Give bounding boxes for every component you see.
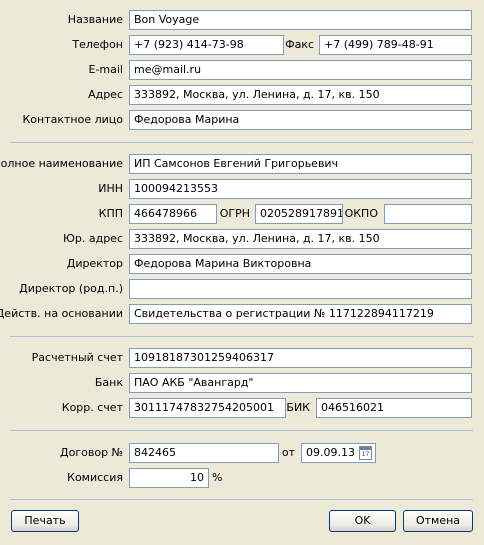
director-genitive-label: Директор (род.п.) <box>19 282 123 295</box>
name-label: Название <box>67 13 123 26</box>
bank-label: Банк <box>94 376 123 389</box>
phone-input[interactable]: +7 (923) 414-73-98 <box>129 35 284 55</box>
separator <box>10 430 473 431</box>
full-name-label: Полное наименование <box>0 157 123 170</box>
kpp-input[interactable]: 466478966 <box>129 204 217 224</box>
print-button[interactable]: Печать <box>11 510 79 532</box>
inn-label: ИНН <box>98 182 123 195</box>
kpp-label: КПП <box>98 207 123 220</box>
director-label: Директор <box>66 257 123 270</box>
inn-input[interactable]: 100094213553 <box>129 179 472 199</box>
basis-input[interactable]: Свидетельства о регистрации № 1171228941… <box>129 304 472 324</box>
commission-label: Комиссия <box>67 471 123 484</box>
commission-input[interactable]: 10 <box>129 468 209 488</box>
contract-number-input[interactable]: 842465 <box>129 443 279 463</box>
ogrn-input[interactable]: 0205289178917 <box>255 204 343 224</box>
email-label: E-mail <box>88 63 124 76</box>
corr-account-label: Корр. счет <box>61 401 123 414</box>
full-name-input[interactable]: ИП Самсонов Евгений Григорьевич <box>129 154 472 174</box>
contact-person-input[interactable]: Федорова Марина <box>129 110 472 130</box>
contract-date-label: от <box>281 446 295 459</box>
contract-number-label: Договор № <box>60 446 123 459</box>
address-input[interactable]: 333892, Москва, ул. Ленина, д. 17, кв. 1… <box>129 85 472 105</box>
bank-input[interactable]: ПАО АКБ "Авангард" <box>129 373 472 393</box>
legal-address-label: Юр. адрес <box>63 232 123 245</box>
account-label: Расчетный счет <box>31 351 123 364</box>
email-input[interactable]: me@mail.ru <box>129 60 472 80</box>
address-label: Адрес <box>88 88 123 101</box>
phone-label: Телефон <box>72 38 123 51</box>
percent-label: % <box>212 471 223 484</box>
director-input[interactable]: Федорова Марина Викторовна <box>129 254 472 274</box>
fax-label: Факс <box>285 38 314 51</box>
calendar-icon[interactable]: 17 <box>359 446 372 460</box>
separator <box>10 499 473 500</box>
separator <box>10 336 473 337</box>
okpo-label: ОКПО <box>344 207 378 220</box>
account-input[interactable]: 10918187301259406317 <box>129 348 472 368</box>
ok-button[interactable]: OK <box>329 510 396 532</box>
okpo-input[interactable] <box>384 204 472 224</box>
cancel-button[interactable]: Отмена <box>403 510 473 532</box>
contact-person-label: Контактное лицо <box>22 113 123 126</box>
fax-input[interactable]: +7 (499) 789-48-91 <box>319 35 472 55</box>
separator <box>10 142 473 143</box>
director-genitive-input[interactable] <box>129 279 472 299</box>
corr-account-input[interactable]: 30111747832754205001 <box>129 398 286 418</box>
basis-label: Действ. на основании <box>0 307 123 320</box>
bik-label: БИК <box>286 401 310 414</box>
name-input[interactable]: Bon Voyage <box>129 10 472 30</box>
legal-address-input[interactable]: 333892, Москва, ул. Ленина, д. 17, кв. 1… <box>129 229 472 249</box>
ogrn-label: ОГРН <box>219 207 250 220</box>
bik-input[interactable]: 046516021 <box>316 398 472 418</box>
